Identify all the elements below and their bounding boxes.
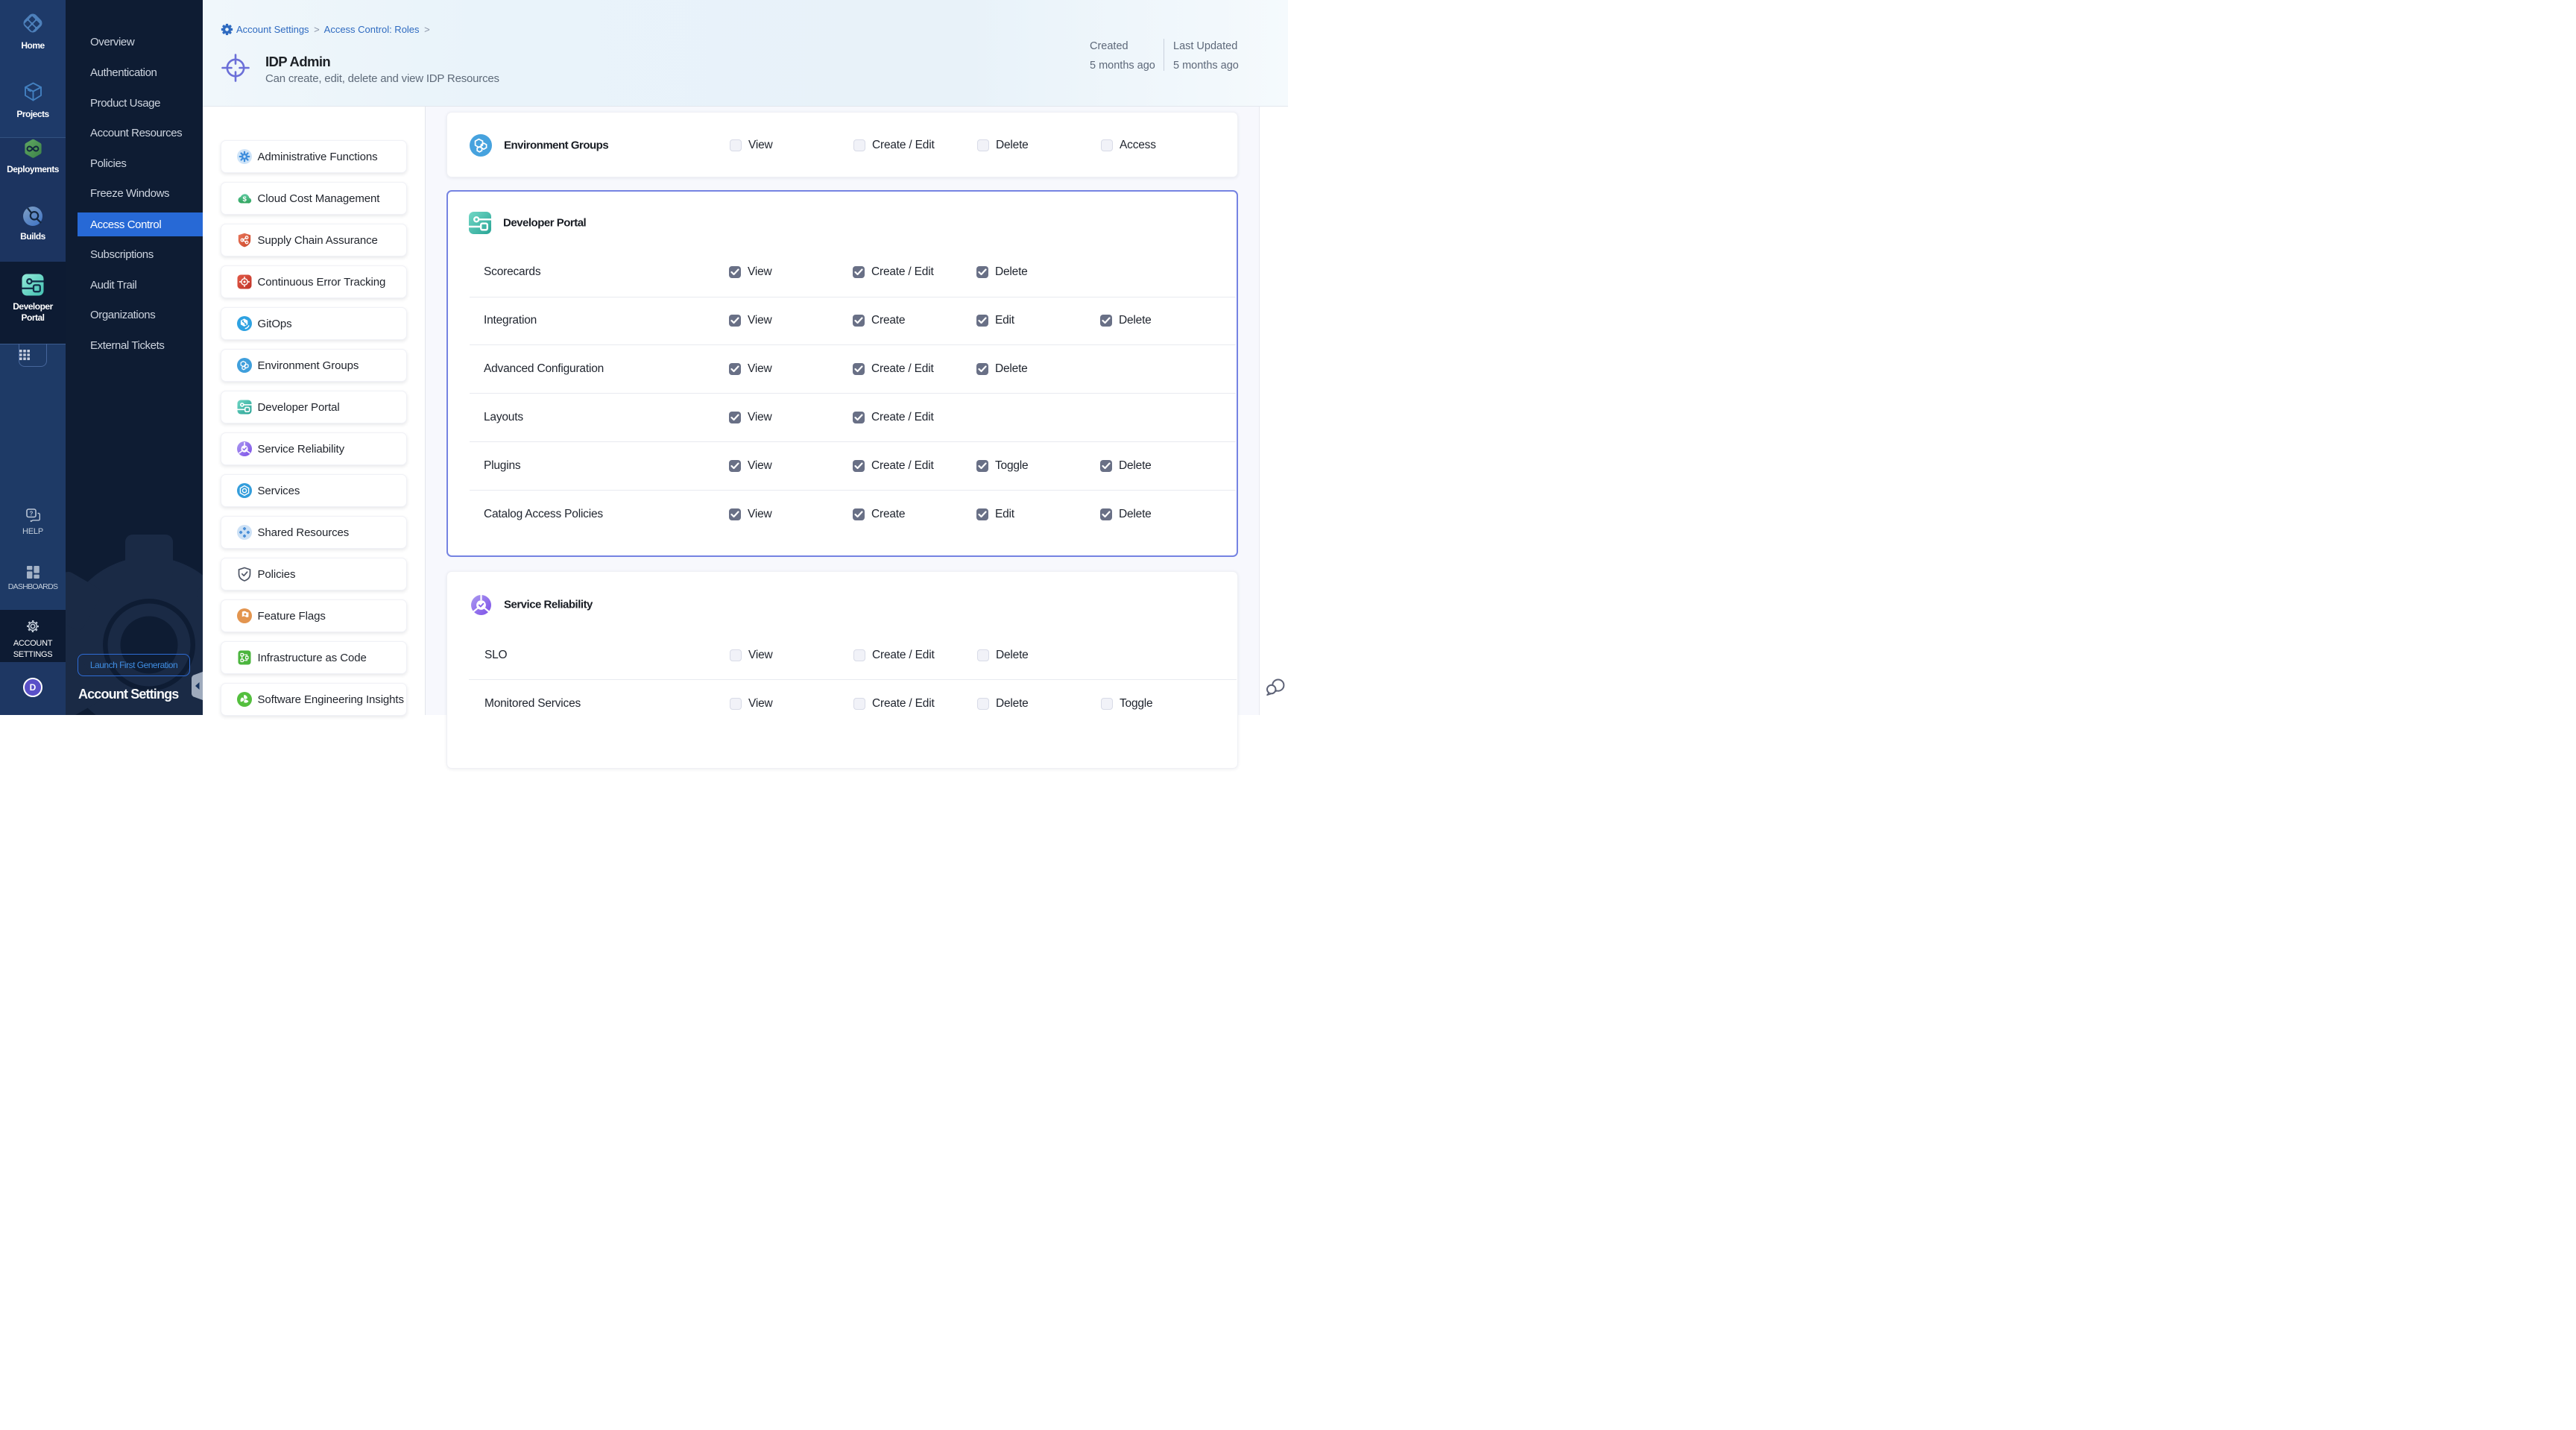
svg-text:$: $ <box>242 195 247 204</box>
svg-text:?: ? <box>29 510 33 517</box>
